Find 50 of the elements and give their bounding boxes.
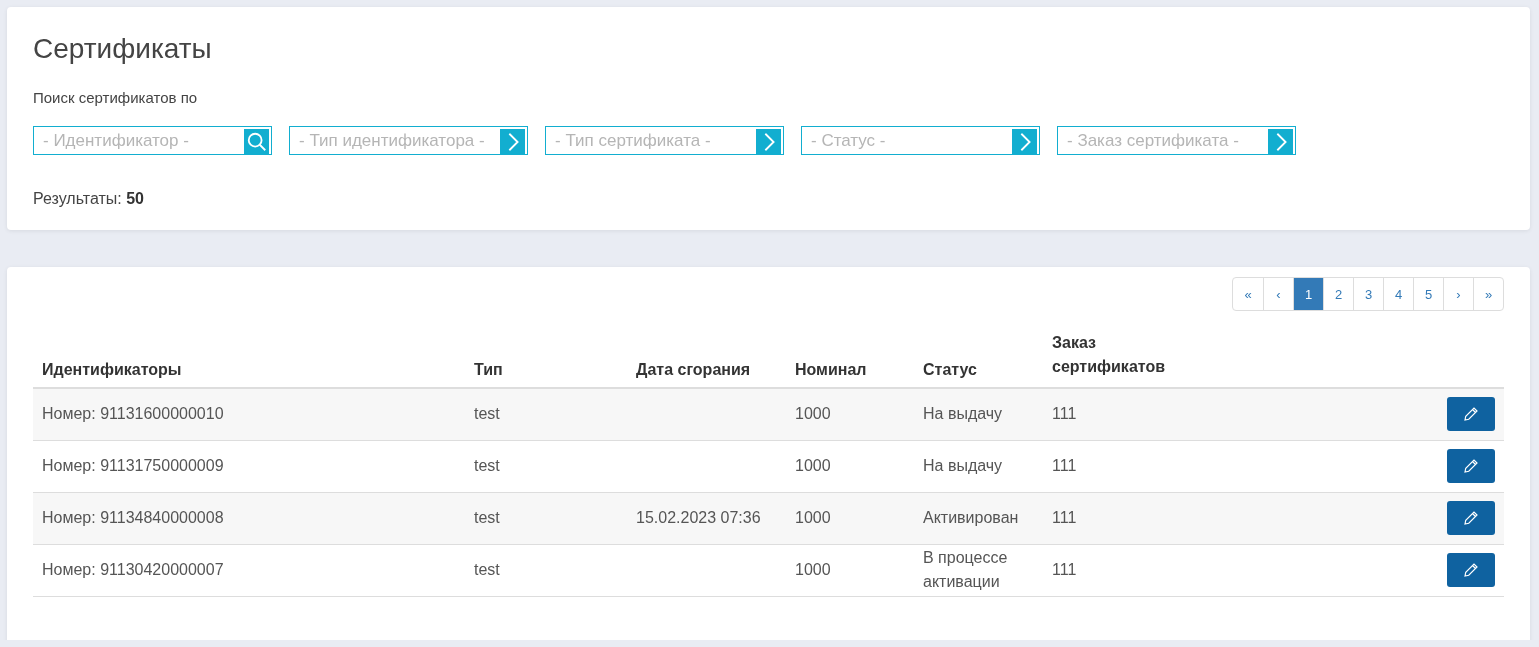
table-cell: 1000 xyxy=(795,405,831,423)
pencil-icon xyxy=(1462,509,1480,527)
table-cell: 1000 xyxy=(795,509,831,526)
chevron-right-icon[interactable] xyxy=(756,129,781,154)
select-field[interactable]: - Тип идентификатора - xyxy=(289,126,528,155)
table-cell: На выдачу xyxy=(923,457,1003,474)
table-cell: В процессе активации xyxy=(923,549,1008,590)
results-count: Результаты: 50 xyxy=(33,190,145,208)
table-cell: 111 xyxy=(1052,457,1077,474)
edit-button[interactable] xyxy=(1447,397,1495,432)
table-cell: 15.02.2023 07:36 xyxy=(636,509,761,526)
page-link[interactable]: » xyxy=(1473,278,1503,310)
table-cell: Активирован xyxy=(923,509,1019,526)
edit-button[interactable] xyxy=(1447,553,1495,587)
page-link[interactable]: › xyxy=(1443,278,1473,310)
table-cell: Номер: 91131600000010 xyxy=(42,405,224,423)
select-field[interactable]: - Заказ сертификата - xyxy=(1057,126,1296,155)
page-link[interactable]: 3 xyxy=(1353,278,1383,310)
chevron-right-icon[interactable] xyxy=(1012,129,1037,154)
table-cell: test xyxy=(474,509,500,526)
page-link[interactable]: « xyxy=(1233,278,1263,310)
page-title: Сертификаты xyxy=(33,33,213,65)
table-cell: 1000 xyxy=(795,561,831,578)
edit-button[interactable] xyxy=(1447,501,1495,535)
table-cell: На выдачу xyxy=(923,405,1003,423)
table-cell: test xyxy=(474,405,500,423)
search-icon[interactable] xyxy=(244,129,269,154)
select-field[interactable]: - Тип сертификата - xyxy=(545,126,784,155)
table-cell: 111 xyxy=(1052,509,1077,526)
table-cell: Номер: 91131750000009 xyxy=(42,457,224,474)
page-link[interactable]: 1 xyxy=(1293,278,1323,310)
table-cell: Номер: 91134840000008 xyxy=(42,509,224,526)
table-cell: Номер: 91130420000007 xyxy=(42,561,224,578)
pencil-icon xyxy=(1462,561,1480,579)
search-label: Поиск сертификатов по xyxy=(33,89,199,106)
table-cell: 111 xyxy=(1052,561,1077,578)
select-field[interactable]: - Статус - xyxy=(801,126,1040,155)
page-link[interactable]: 4 xyxy=(1383,278,1413,310)
edit-button[interactable] xyxy=(1447,449,1495,483)
table-cell: 1000 xyxy=(795,457,831,474)
page-link[interactable]: 2 xyxy=(1323,278,1353,310)
chevron-right-icon[interactable] xyxy=(1268,129,1293,154)
page-link[interactable]: 5 xyxy=(1413,278,1443,310)
pencil-icon xyxy=(1462,405,1480,424)
table-cell: 111 xyxy=(1052,405,1077,423)
table-cell: test xyxy=(474,561,500,578)
chevron-right-icon[interactable] xyxy=(500,129,525,154)
search-field[interactable]: - Идентификатор - xyxy=(33,126,272,155)
table-cell: test xyxy=(474,457,500,474)
pencil-icon xyxy=(1462,457,1480,475)
